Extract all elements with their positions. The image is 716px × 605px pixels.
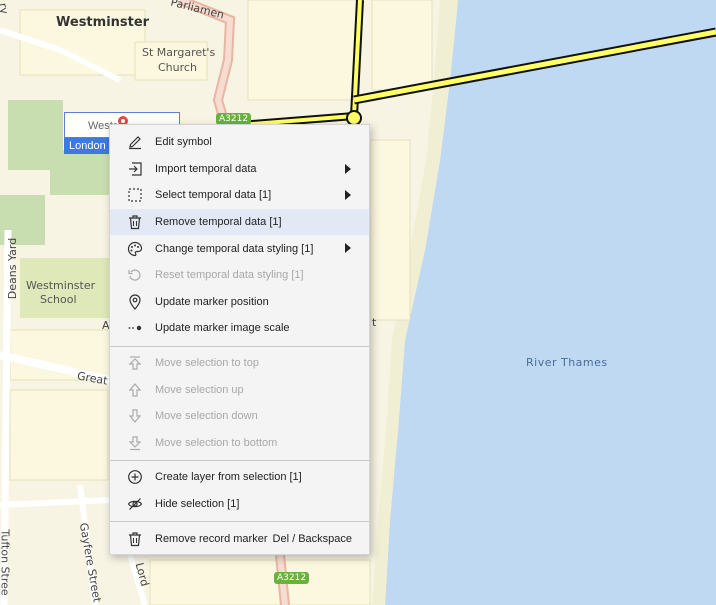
menu-item-remove-temporal-data[interactable]: Remove temporal data [1] <box>110 208 369 236</box>
menu-item-edit-symbol[interactable]: Edit symbol <box>110 129 369 156</box>
menu-item-label: Move selection to top <box>155 357 259 370</box>
menu-item-move-selection-to-top: Move selection to top <box>110 350 369 377</box>
submenu-arrow-icon <box>345 243 351 254</box>
building <box>369 139 411 321</box>
menu-separator <box>110 460 369 462</box>
menu-item-label: Move selection to bottom <box>155 436 278 449</box>
label-westminster-school-2: School <box>40 293 77 306</box>
menu-separator <box>110 345 369 347</box>
menu-item-label: Move selection up <box>155 383 244 396</box>
pencil-icon <box>127 134 143 150</box>
plus-circle-icon <box>127 469 143 485</box>
menu-item-label: Update marker image scale <box>155 322 290 335</box>
label-westminster-school-1: Westminster <box>26 279 96 292</box>
trash-icon <box>127 214 143 230</box>
menu-item-label: Hide selection [1] <box>155 498 240 511</box>
eye-off-icon <box>127 496 143 512</box>
label-deans-yard: Deans Yard <box>6 237 20 300</box>
label-church: Church <box>158 61 197 74</box>
submenu-arrow-icon <box>345 190 351 201</box>
menu-item-reset-temporal-data-styling: Reset temporal data styling [1] <box>110 262 369 289</box>
arrow-up-icon <box>127 382 143 398</box>
arrow-to-top-icon <box>127 355 143 371</box>
menu-item-update-marker-position[interactable]: Update marker position <box>110 289 369 316</box>
palette-icon <box>127 241 143 257</box>
select-dashed-icon <box>127 187 143 203</box>
menu-item-label: Change temporal data styling [1] <box>155 242 314 255</box>
menu-item-move-selection-to-bottom: Move selection to bottom <box>110 430 369 457</box>
building <box>371 0 433 91</box>
label-river-thames: River Thames <box>526 356 608 369</box>
submenu-arrow-icon <box>345 163 351 174</box>
label-st-margarets: St Margaret's <box>142 46 216 59</box>
reset-icon <box>127 267 143 283</box>
menu-item-remove-record-marker[interactable]: Remove record marker Del / Backspace <box>110 525 369 552</box>
menu-item-import-temporal-data[interactable]: Import temporal data <box>110 156 369 183</box>
building <box>9 389 109 481</box>
menu-separator <box>110 521 369 523</box>
import-icon <box>127 161 143 177</box>
building <box>149 559 371 605</box>
road-shield-a3212: A3212 <box>274 572 310 584</box>
menu-item-move-selection-down: Move selection down <box>110 403 369 430</box>
menu-item-hide-selection[interactable]: Hide selection [1] <box>110 491 369 518</box>
menu-item-create-layer-from-selection[interactable]: Create layer from selection [1] <box>110 464 369 491</box>
scale-dots-icon <box>127 320 143 336</box>
menu-item-label: Update marker position <box>155 295 269 308</box>
menu-item-move-selection-up: Move selection up <box>110 376 369 403</box>
menu-item-label: Import temporal data <box>155 162 257 175</box>
arrow-to-bottom-icon <box>127 435 143 451</box>
menu-item-label: Remove temporal data [1] <box>155 216 282 229</box>
context-menu: Edit symbol Import temporal data Select te… <box>109 124 370 555</box>
park-area <box>50 150 110 195</box>
arrow-down-icon <box>127 408 143 424</box>
menu-item-label: Move selection down <box>155 410 258 423</box>
menu-item-label: Edit symbol <box>155 136 212 149</box>
trash-icon <box>127 531 143 547</box>
building <box>247 0 359 101</box>
label-partial-ry: ry <box>0 1 11 16</box>
label-t: t <box>372 316 377 329</box>
location-pin-icon <box>127 294 143 310</box>
route-node[interactable] <box>346 110 362 126</box>
label-tufton-street: Tufton Stree <box>0 529 12 596</box>
menu-item-change-temporal-data-styling[interactable]: Change temporal data styling [1] <box>110 235 369 262</box>
marker-tag[interactable]: London <box>64 138 111 154</box>
label-westminster: Westminster <box>56 15 150 30</box>
menu-item-label: Create layer from selection [1] <box>155 471 302 484</box>
menu-item-select-temporal-data[interactable]: Select temporal data [1] <box>110 182 369 209</box>
menu-item-update-marker-image-scale[interactable]: Update marker image scale <box>110 315 369 342</box>
menu-item-label: Select temporal data [1] <box>155 189 272 202</box>
menu-item-shortcut: Del / Backspace <box>272 532 352 545</box>
menu-item-label: Reset temporal data styling [1] <box>155 269 304 282</box>
